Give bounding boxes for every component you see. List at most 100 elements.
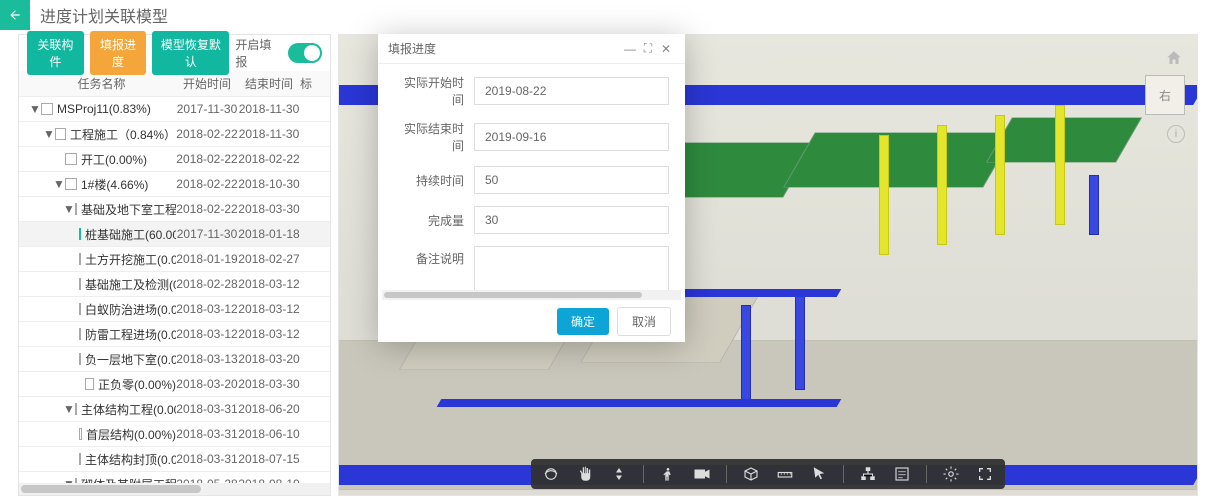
task-row[interactable]: 白蚁防治进场(0.00%)2018-03-122018-03-12 [19, 297, 330, 322]
settings-tool[interactable] [941, 464, 961, 484]
task-checkbox[interactable] [85, 378, 94, 390]
pan-tool[interactable] [575, 464, 595, 484]
input-amount[interactable] [474, 206, 669, 234]
task-checkbox[interactable] [65, 153, 77, 165]
back-button[interactable] [0, 0, 30, 30]
list-icon [893, 465, 911, 483]
task-label: 主体结构工程(0.00%) [81, 401, 176, 418]
task-start: 2018-01-19 [176, 252, 238, 266]
task-checkbox[interactable] [75, 403, 77, 415]
task-checkbox[interactable] [79, 328, 81, 340]
fill-toggle[interactable] [288, 43, 322, 63]
task-table-head: 任务名称 开始时间 结束时间 标 [19, 71, 330, 97]
task-checkbox[interactable] [79, 428, 82, 440]
home-icon [1165, 49, 1183, 67]
reset-model-button[interactable]: 模型恢复默认 [152, 31, 229, 75]
cursor-icon [810, 465, 828, 483]
toggle-label: 开启填报 [235, 36, 276, 70]
label-actual-end: 实际结束时间 [394, 120, 474, 154]
task-label: 正负零(0.00%) [98, 376, 176, 393]
task-row[interactable]: ▼工程施工（0.84%）2018-02-222018-11-30 [19, 122, 330, 147]
task-label: 基础施工及检测(0.00%) [85, 276, 176, 293]
orbit-tool[interactable] [541, 464, 561, 484]
tree-toggle-icon[interactable]: ▼ [43, 127, 51, 141]
task-checkbox[interactable] [75, 203, 77, 215]
modal-h-scrollbar[interactable] [382, 290, 681, 300]
tree-toggle-icon[interactable]: ▼ [63, 402, 71, 416]
modal-close-button[interactable]: ✕ [657, 42, 675, 56]
fill-progress-button[interactable]: 填报进度 [90, 31, 147, 75]
task-start: 2018-02-22 [176, 202, 238, 216]
arrow-left-icon [8, 8, 22, 22]
hierarchy-icon [859, 465, 877, 483]
cube-icon [742, 465, 760, 483]
task-end: 2018-02-27 [238, 252, 300, 266]
head-end: 结束时间 [238, 75, 300, 92]
task-checkbox[interactable] [79, 453, 81, 465]
fullscreen-tool[interactable] [975, 464, 995, 484]
head-start: 开始时间 [176, 75, 238, 92]
properties-tool[interactable] [892, 464, 912, 484]
task-row[interactable]: 首层结构(0.00%)2018-03-312018-06-10 [19, 422, 330, 447]
task-label: MSProj11(0.83%) [57, 102, 151, 116]
task-row[interactable]: 正负零(0.00%)2018-03-202018-03-30 [19, 372, 330, 397]
task-row[interactable]: 防雷工程进场(0.00%)2018-03-122018-03-12 [19, 322, 330, 347]
task-row[interactable]: ▼ 主体结构工程(0.00%)2018-03-312018-06-20 [19, 397, 330, 422]
task-row[interactable]: 基础施工及检测(0.00%)2018-02-282018-03-12 [19, 272, 330, 297]
view-cube[interactable]: 右 [1145, 75, 1185, 115]
camera-tool[interactable] [692, 464, 712, 484]
tree-tool[interactable] [858, 464, 878, 484]
modal-maximize-button[interactable]: ⛶ [639, 41, 657, 56]
task-start: 2017-11-30 [176, 102, 238, 116]
task-checkbox[interactable] [79, 303, 81, 315]
task-checkbox[interactable] [79, 353, 81, 365]
zoom-tool[interactable] [609, 464, 629, 484]
task-row[interactable]: ▼基础及地下室工程(24.19%)2018-02-222018-03-30 [19, 197, 330, 222]
task-checkbox[interactable] [41, 103, 53, 115]
info-button[interactable]: i [1167, 125, 1185, 143]
task-table-body[interactable]: ▼MSProj11(0.83%)2017-11-302018-11-30▼工程施… [19, 97, 330, 495]
label-duration: 持续时间 [394, 172, 474, 189]
task-end: 2018-06-10 [238, 427, 300, 441]
task-start: 2017-11-30 [176, 227, 238, 241]
section-tool[interactable] [741, 464, 761, 484]
input-actual-start[interactable] [474, 77, 669, 105]
modal-minimize-button[interactable]: — [621, 42, 639, 56]
modal-header[interactable]: 填报进度 — ⛶ ✕ [378, 34, 685, 64]
task-row[interactable]: ▼1#楼(4.66%)2018-02-222018-10-30 [19, 172, 330, 197]
task-end: 2018-10-30 [238, 177, 300, 191]
orbit-icon [542, 465, 560, 483]
task-checkbox[interactable] [65, 178, 77, 190]
app-title: 进度计划关联模型 [40, 3, 168, 27]
task-row[interactable]: 负一层地下室(0.00%)2018-03-132018-03-20 [19, 347, 330, 372]
task-row[interactable]: 桩基础施工(60.00%)2017-11-302018-01-18 [19, 222, 330, 247]
task-panel: 关联构件 填报进度 模型恢复默认 开启填报 任务名称 开始时间 结束时间 标 ▼… [18, 34, 331, 496]
select-tool[interactable] [809, 464, 829, 484]
tree-toggle-icon[interactable]: ▼ [63, 202, 71, 216]
progress-modal: 填报进度 — ⛶ ✕ 实际开始时间 实际结束时间 持续时间 完成量 [378, 34, 685, 342]
task-start: 2018-02-22 [176, 127, 238, 141]
home-view-button[interactable] [1163, 47, 1185, 69]
task-row[interactable]: ▼MSProj11(0.83%)2017-11-302018-11-30 [19, 97, 330, 122]
input-actual-end[interactable] [474, 123, 669, 151]
task-end: 2018-03-12 [238, 302, 300, 316]
task-row[interactable]: 开工(0.00%)2018-02-222018-02-22 [19, 147, 330, 172]
task-checkbox[interactable] [79, 278, 81, 290]
modal-cancel-button[interactable]: 取消 [617, 307, 671, 336]
task-checkbox[interactable] [79, 228, 81, 240]
modal-ok-button[interactable]: 确定 [557, 308, 609, 335]
panel-h-scrollbar[interactable] [19, 483, 330, 495]
tree-toggle-icon[interactable]: ▼ [53, 177, 61, 191]
measure-tool[interactable] [775, 464, 795, 484]
task-end: 2018-06-20 [238, 402, 300, 416]
link-component-button[interactable]: 关联构件 [27, 31, 84, 75]
tree-toggle-icon[interactable]: ▼ [29, 102, 37, 116]
walk-tool[interactable] [658, 464, 678, 484]
task-row[interactable]: 主体结构封顶(0.00%)2018-03-312018-07-15 [19, 447, 330, 472]
task-checkbox[interactable] [55, 128, 66, 140]
input-duration[interactable] [474, 166, 669, 194]
task-row[interactable]: 土方开挖施工(0.00%)2018-01-192018-02-27 [19, 247, 330, 272]
task-start: 2018-03-31 [176, 402, 238, 416]
task-end: 2018-07-15 [238, 452, 300, 466]
task-checkbox[interactable] [79, 253, 81, 265]
